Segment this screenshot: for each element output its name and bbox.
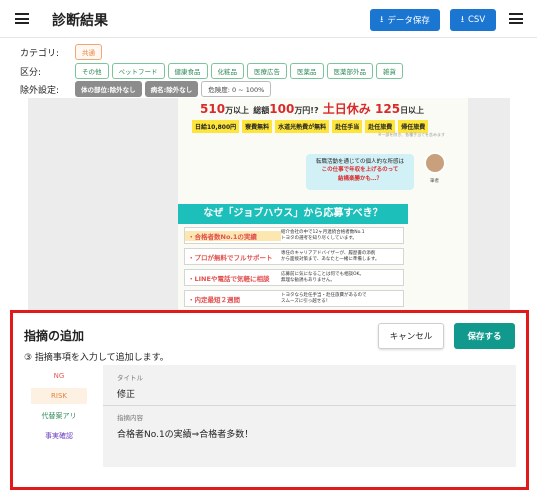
feature-text: 専任のキャリアアドバイザーが、履歴書の添削 から面接対策まで、あなたと一緒に準備し…: [281, 251, 379, 263]
feature-item: ・プロが無料でフルサポート 専任のキャリアアドバイザーが、履歴書の添削 から面接対…: [184, 248, 404, 265]
feature-label: ・プロが無料でフルサポート: [188, 253, 273, 262]
data-save-button[interactable]: ⭳ データ保存: [370, 9, 440, 31]
feature-line: トヨタの選考を知り尽くしています。: [281, 235, 357, 241]
category-alternative[interactable]: 代替案アリ: [31, 408, 87, 424]
exclude-tag[interactable]: 体の部位:除外なし: [75, 81, 142, 97]
kubun-tag[interactable]: 健康食品: [167, 63, 208, 79]
avatar-photo: [424, 152, 446, 174]
category-fact-check[interactable]: 事実確認: [31, 428, 87, 444]
headline-unit: 万円!?: [294, 106, 319, 115]
feature-text: 紹介会社の中で12ヶ月連続合格者数No.1 トヨタの選考を知り尽くしています。: [281, 230, 365, 242]
exclude-label: 除外設定:: [20, 85, 60, 96]
panel-title: 指摘の追加: [24, 329, 85, 343]
page-title: 診断結果: [52, 13, 108, 29]
headline: 510万以上 総額100万円!? 土日休み 125日以上: [200, 100, 424, 117]
headline-num: 510: [200, 102, 226, 116]
csv-label: CSV: [468, 15, 486, 25]
danger-tag[interactable]: 危険度: 0 ~ 100%: [201, 81, 272, 97]
benefit-box: 水道光熱費が無料: [275, 120, 330, 133]
feature-line: から面接対策まで、あなたと一緒に準備します。: [281, 256, 380, 262]
title-input[interactable]: 修正: [117, 387, 135, 400]
download-icon: ⭳: [380, 15, 384, 25]
category-tag[interactable]: 共通: [75, 44, 102, 60]
feature-text: トヨタなら赴任手当・赴任旅費があるので スムーズに引っ越せる！: [281, 293, 367, 305]
speech-line: 転職活動を通じての個人的な所感は: [315, 159, 404, 165]
feature-line: スムーズに引っ越せる！: [281, 298, 331, 304]
speech-bubble: 転職活動を通じての個人的な所感は この仕事で年収を上げるのって 結構楽勝かも…？: [306, 154, 414, 190]
kubun-tag[interactable]: 医薬部外品: [326, 63, 373, 79]
speech-line: 結構楽勝かも…？: [337, 175, 382, 182]
exclude-row: 除外設定: 体の部位:除外なし 病名:除外なし 危険度: 0 ~ 100%: [20, 81, 274, 97]
headline-num: 125: [375, 102, 401, 116]
download-icon: ⭳: [460, 15, 464, 25]
headline-unit: 総額: [253, 106, 270, 115]
headline-unit: 日以上: [400, 106, 425, 115]
kubun-row: 区分: その他 ペットフード 健康食品 化粧品 医療広告 医薬品 医薬部外品 雑…: [20, 63, 406, 79]
document-page: 510万以上 総額100万円!? 土日休み 125日以上 日給10,800円 寮…: [178, 98, 468, 310]
kubun-label: 区分:: [20, 67, 42, 78]
speech-line: この仕事で年収を上げるのって: [321, 167, 399, 174]
content-field-label: 指摘内容: [117, 414, 143, 422]
feature-line: 専任のキャリアアドバイザーが、履歴書の添削: [281, 250, 376, 256]
save-button[interactable]: 保存する: [454, 323, 515, 349]
feature-label: ・LINEや電話で気軽に相談: [188, 274, 270, 283]
app-header: 診断結果 ⭳ データ保存 ⭳ CSV: [0, 0, 537, 38]
avatar-caption: 筆者: [430, 179, 439, 184]
headline-text: 土日休み: [322, 102, 371, 116]
feature-line: 応募前に気になることは何でも相談OK。: [281, 271, 364, 277]
feature-text: 応募前に気になることは何でも相談OK。 無理な勧誘もありません。: [281, 272, 364, 284]
feature-label: ・内定最短２週間: [188, 295, 240, 304]
benefit-box: 赴任手当: [332, 120, 363, 133]
category-risk[interactable]: RISK: [31, 388, 87, 404]
content-textarea[interactable]: 合格者No.1の実績⇒合格者多数！: [117, 427, 253, 440]
document-preview[interactable]: 510万以上 総額100万円!? 土日休み 125日以上 日給10,800円 寮…: [28, 98, 510, 310]
feature-item: ・合格者数No.1の実績 紹介会社の中で12ヶ月連続合格者数No.1 トヨタの選考…: [184, 227, 404, 244]
headline-num: 100: [269, 102, 295, 116]
kubun-tag[interactable]: 化粧品: [210, 63, 244, 79]
category-label: カテゴリ:: [20, 48, 60, 59]
benefit-box: 日給10,800円: [192, 120, 240, 133]
category-ng[interactable]: NG: [31, 368, 87, 384]
category-row: カテゴリ: 共通: [20, 44, 105, 60]
feature-label: ・合格者数No.1の実績: [185, 230, 281, 241]
field-divider: [103, 405, 516, 406]
title-field-label: タイトル: [117, 374, 143, 382]
kubun-tag[interactable]: 医薬品: [290, 63, 324, 79]
feature-line: 無理な勧誘もありません。: [281, 277, 335, 283]
menu-icon[interactable]: [15, 13, 29, 24]
kubun-tag[interactable]: 雑貨: [376, 63, 403, 79]
feature-item: ・内定最短２週間 トヨタなら赴任手当・赴任旅費があるので スムーズに引っ越せる！: [184, 290, 404, 307]
kubun-tag[interactable]: ペットフード: [111, 63, 165, 79]
add-remark-panel: 指摘の追加 ③ 指摘事項を入力して追加します。 キャンセル 保存する NG RI…: [10, 310, 529, 490]
exclude-tag[interactable]: 病名:除外なし: [144, 81, 199, 97]
benefit-box: 寮費無料: [242, 120, 273, 133]
kubun-tag[interactable]: 医療広告: [247, 63, 287, 79]
benefit-note: ※一部を除き、各種手当てを含みます: [378, 132, 445, 137]
data-save-label: データ保存: [387, 16, 430, 26]
remark-form: タイトル 修正 指摘内容 合格者No.1の実績⇒合格者多数！: [103, 365, 516, 467]
headline-unit: 万以上: [225, 106, 250, 115]
menu-icon[interactable]: [509, 13, 523, 24]
csv-button[interactable]: ⭳ CSV: [450, 9, 496, 31]
feature-line: トヨタなら赴任手当・赴任旅費があるので: [281, 292, 367, 298]
section-heading: なぜ「ジョブハウス」から応募すべき？: [178, 204, 408, 224]
kubun-tag[interactable]: その他: [75, 63, 109, 79]
cancel-button[interactable]: キャンセル: [378, 323, 444, 349]
feature-item: ・LINEや電話で気軽に相談 応募前に気になることは何でも相談OK。 無理な勧誘も…: [184, 269, 404, 286]
feature-line: 紹介会社の中で12ヶ月連続合格者数No.1: [281, 229, 365, 235]
panel-subtitle: ③ 指摘事項を入力して追加します。: [24, 353, 169, 363]
